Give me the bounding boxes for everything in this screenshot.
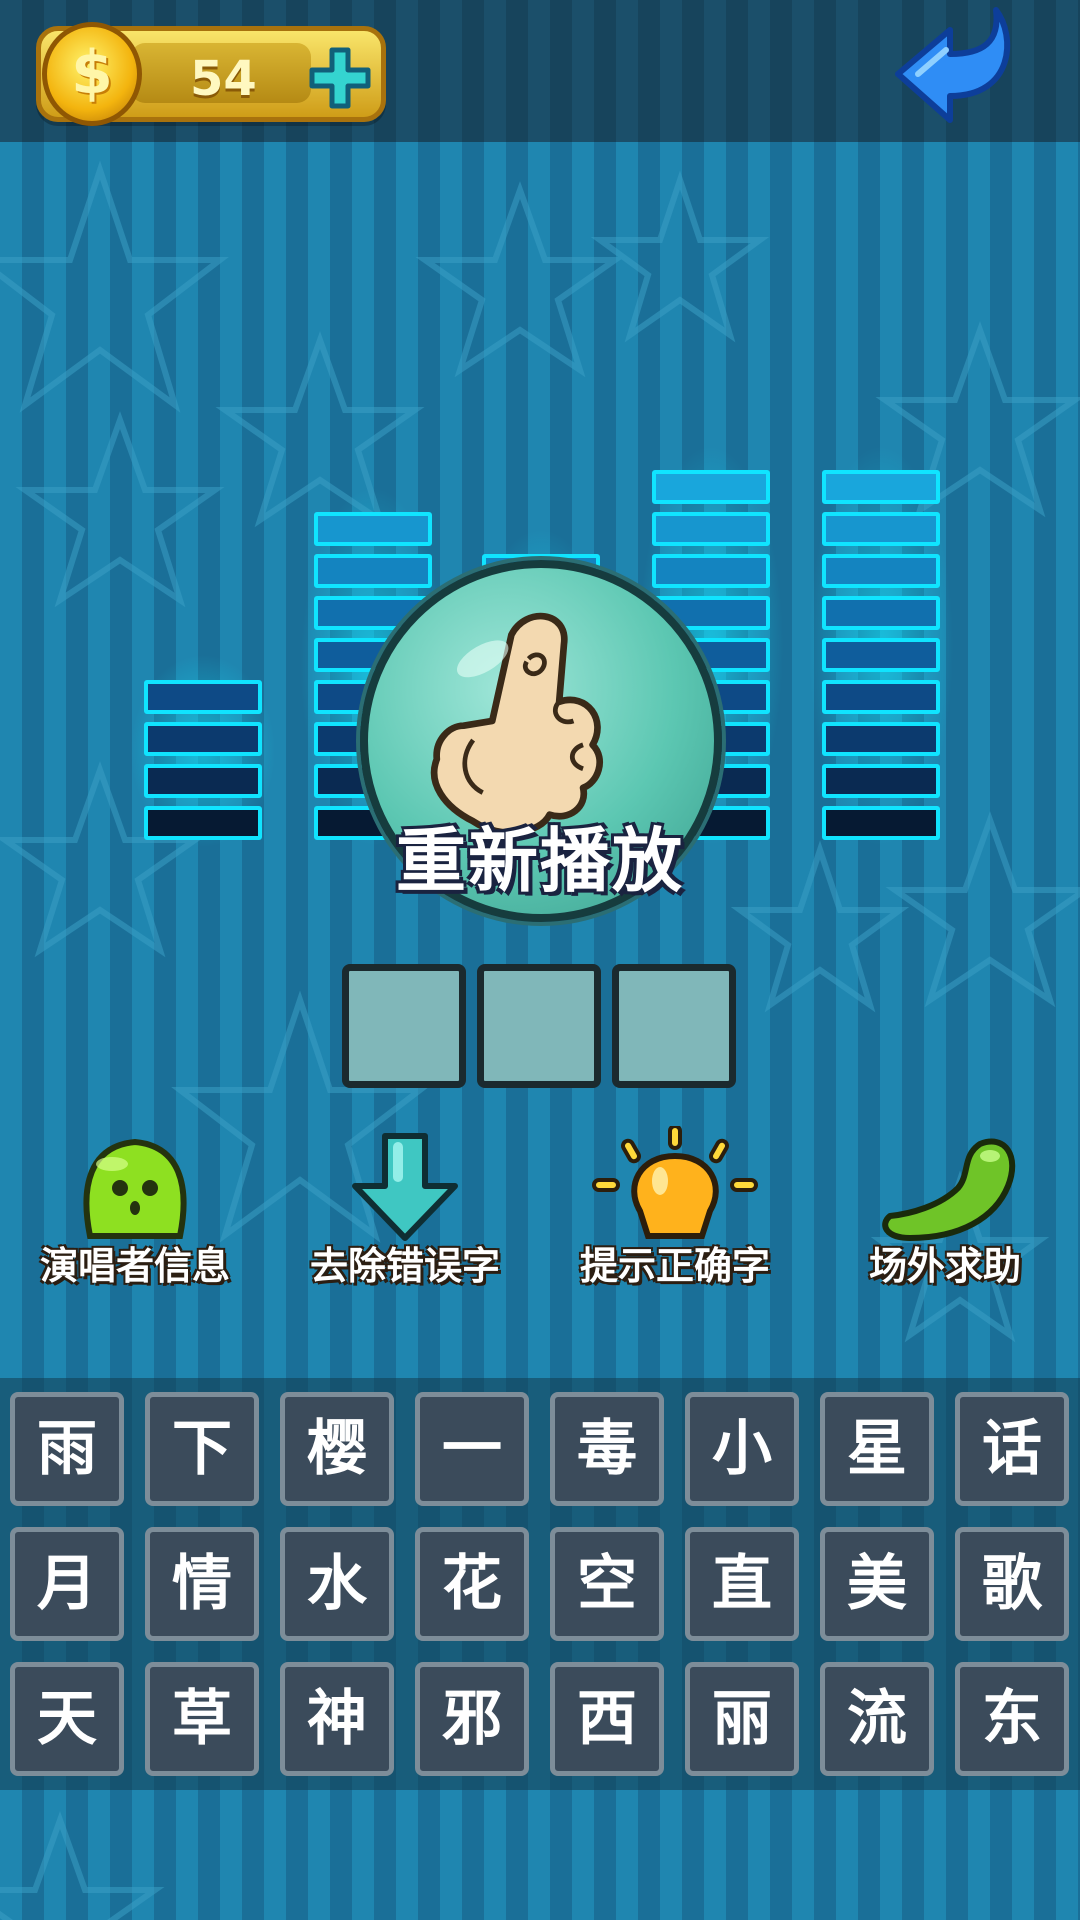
lightbulb-icon (592, 1126, 758, 1239)
equalizer-column-1 (130, 654, 276, 848)
equalizer-segment (822, 638, 940, 672)
letter-key[interactable]: 月 (10, 1527, 124, 1641)
letter-key[interactable]: 空 (550, 1527, 664, 1641)
equalizer-segment (822, 554, 940, 588)
letter-key[interactable]: 歌 (955, 1527, 1069, 1641)
letter-key[interactable]: 草 (145, 1662, 259, 1776)
answer-slot-3[interactable] (612, 964, 736, 1088)
tool-label: 去除错误字 (309, 1244, 500, 1288)
equalizer-segment (314, 512, 432, 546)
equalizer-segment (652, 512, 770, 546)
equalizer-segment (822, 470, 940, 504)
coin-count: 54 (190, 51, 257, 107)
equalizer-segment (822, 722, 940, 756)
letter-key[interactable]: 邪 (415, 1662, 529, 1776)
letter-key[interactable]: 神 (280, 1662, 394, 1776)
tool-label: 场外求助 (868, 1244, 1021, 1288)
letter-key[interactable]: 毒 (550, 1392, 664, 1506)
remove-wrong-button[interactable]: 去除错误字 (290, 1126, 520, 1296)
letter-key[interactable]: 星 (820, 1392, 934, 1506)
letter-key[interactable]: 直 (685, 1527, 799, 1641)
letter-key[interactable]: 美 (820, 1527, 934, 1641)
equalizer-segment (652, 470, 770, 504)
equalizer-segment (822, 764, 940, 798)
gold-coin-icon: $ (42, 22, 142, 126)
equalizer-segment (144, 722, 262, 756)
letter-key[interactable]: 一 (415, 1392, 529, 1506)
equalizer-segment (822, 512, 940, 546)
letter-key[interactable]: 西 (550, 1662, 664, 1776)
equalizer-segment (822, 596, 940, 630)
equalizer-segment (144, 680, 262, 714)
letter-key[interactable]: 小 (685, 1392, 799, 1506)
letter-key[interactable]: 话 (955, 1392, 1069, 1506)
call-help-button[interactable]: 场外求助 (830, 1126, 1060, 1296)
letter-key[interactable]: 天 (10, 1662, 124, 1776)
letter-key[interactable]: 流 (820, 1662, 934, 1776)
tool-label: 演唱者信息 (39, 1244, 230, 1288)
answer-slot-1[interactable] (342, 964, 466, 1088)
add-coins-plus-icon[interactable] (308, 46, 372, 110)
tool-label: 提示正确字 (579, 1244, 770, 1288)
equalizer-column-5 (808, 444, 954, 848)
replay-label[interactable]: 重新播放 (340, 816, 740, 906)
hint-correct-button[interactable]: 提示正确字 (560, 1126, 790, 1296)
singer-info-button[interactable]: 演唱者信息 (20, 1126, 250, 1296)
letter-key[interactable]: 花 (415, 1527, 529, 1641)
letter-key[interactable]: 樱 (280, 1392, 394, 1506)
equalizer-segment (144, 806, 262, 840)
back-arrow-icon[interactable] (888, 4, 1018, 132)
letter-key[interactable]: 雨 (10, 1392, 124, 1506)
letter-key[interactable]: 水 (280, 1527, 394, 1641)
letter-key[interactable]: 东 (955, 1662, 1069, 1776)
dollar-glyph: $ (71, 38, 113, 108)
down-arrow-icon (352, 1133, 458, 1241)
letter-key[interactable]: 情 (145, 1527, 259, 1641)
phone-icon (882, 1138, 1016, 1241)
green-monster-icon (83, 1138, 187, 1239)
letter-key[interactable]: 下 (145, 1392, 259, 1506)
letter-key[interactable]: 丽 (685, 1662, 799, 1776)
answer-slot-2[interactable] (477, 964, 601, 1088)
equalizer-segment (822, 680, 940, 714)
equalizer-segment (144, 764, 262, 798)
equalizer-segment (822, 806, 940, 840)
